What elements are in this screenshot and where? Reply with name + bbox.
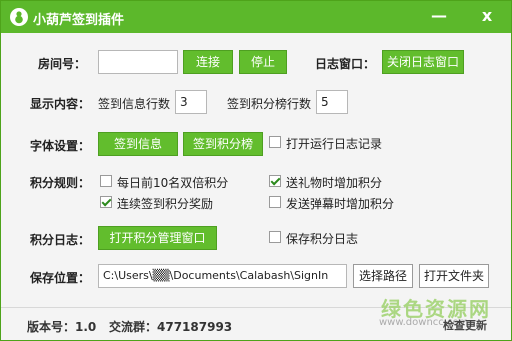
rule-label-consecutive: 连续签到积分奖励: [117, 197, 214, 211]
room-label: 房间号：: [38, 57, 87, 71]
minimize-button[interactable]: —: [427, 5, 451, 29]
font-checkin-button[interactable]: 签到信息: [98, 132, 178, 156]
room-input[interactable]: [98, 50, 178, 74]
rules-label: 积分规则：: [30, 176, 91, 190]
check-update-link[interactable]: 检查更新: [443, 317, 487, 333]
display-label: 显示内容：: [30, 97, 91, 111]
rule-label-double: 每日前10名双倍积分: [117, 176, 229, 190]
connect-button[interactable]: 连接: [183, 50, 233, 74]
rule-checkbox-danmaku[interactable]: [269, 196, 281, 208]
open-points-manager-button[interactable]: 打开积分管理窗口: [98, 226, 217, 250]
font-points-button[interactable]: 签到积分榜: [183, 132, 263, 156]
points-rows-label: 签到积分榜行数: [227, 97, 312, 111]
runlog-label: 打开运行日志记录: [286, 137, 383, 151]
font-label: 字体设置：: [30, 139, 91, 153]
title-bar[interactable]: 小葫芦签到插件 — x: [1, 1, 511, 33]
version-text: 版本号：1.0: [27, 320, 97, 334]
rule-label-gift: 送礼物时增加积分: [286, 176, 383, 190]
checkin-rows-label: 签到信息行数: [98, 97, 171, 111]
close-log-window-button[interactable]: 关闭日志窗口: [382, 50, 464, 74]
open-folder-button[interactable]: 打开文件夹: [419, 264, 489, 288]
group-text: 交流群：477187993: [109, 320, 233, 334]
watermark: 绿色资源网 www.downcc.com: [377, 293, 507, 329]
runlog-checkbox[interactable]: [269, 136, 281, 148]
points-log-label: 积分日志：: [30, 233, 91, 247]
rule-checkbox-double[interactable]: [100, 175, 112, 187]
save-points-log-checkbox[interactable]: [269, 231, 281, 243]
plugin-window: 小葫芦签到插件 — x 房间号： 连接 停止 日志窗口： 关闭日志窗口 显示内容…: [0, 0, 512, 341]
rule-checkbox-consecutive[interactable]: [100, 196, 112, 208]
save-points-log-label: 保存积分日志: [286, 232, 359, 246]
rule-checkbox-gift[interactable]: [269, 175, 281, 187]
save-location-label: 保存位置：: [30, 271, 91, 285]
stop-button[interactable]: 停止: [239, 50, 287, 74]
rule-label-danmaku: 发送弹幕时增加积分: [286, 197, 395, 211]
log-window-label: 日志窗口：: [315, 57, 376, 71]
save-path-input[interactable]: C:\Users\▒▒\Documents\Calabash\SignIn: [98, 264, 347, 288]
window-title: 小葫芦签到插件: [33, 13, 125, 28]
choose-path-button[interactable]: 选择路径: [353, 264, 413, 288]
points-rows-input[interactable]: 5: [316, 90, 348, 114]
gourd-logo-icon: [10, 8, 28, 26]
checkin-rows-input[interactable]: 3: [175, 90, 207, 114]
footer-divider: [1, 307, 511, 308]
close-button[interactable]: x: [475, 5, 499, 29]
